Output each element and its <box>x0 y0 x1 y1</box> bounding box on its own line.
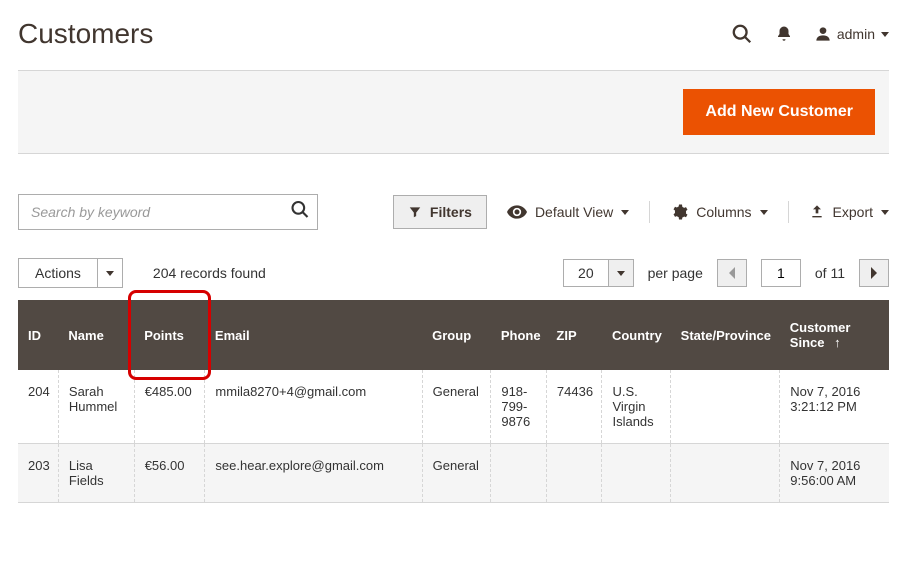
cell-email: see.hear.explore@gmail.com <box>205 444 422 503</box>
bulk-actions-label: Actions <box>19 259 97 287</box>
chevron-down-icon <box>881 32 889 37</box>
cell-phone: 918-799-9876 <box>491 370 547 444</box>
cell-points: €56.00 <box>134 444 205 503</box>
cell-name: Lisa Fields <box>58 444 134 503</box>
search-wrap <box>18 194 318 230</box>
chevron-down-icon <box>881 210 889 215</box>
default-view-label: Default View <box>535 204 613 220</box>
chevron-down-icon <box>760 210 768 215</box>
default-view-control[interactable]: Default View <box>507 204 629 220</box>
user-menu[interactable]: admin <box>815 25 889 43</box>
col-header-email[interactable]: Email <box>205 300 422 370</box>
page-size-dropdown[interactable] <box>608 260 633 286</box>
chevron-left-icon <box>728 267 736 279</box>
col-header-points[interactable]: Points <box>134 300 205 370</box>
notifications-icon[interactable] <box>775 24 793 44</box>
chevron-right-icon <box>870 267 878 279</box>
search-icon[interactable] <box>731 23 753 45</box>
col-header-phone[interactable]: Phone <box>491 300 547 370</box>
cell-zip: 74436 <box>546 370 602 444</box>
cell-id: 203 <box>18 444 58 503</box>
export-icon <box>809 204 825 220</box>
cell-since: Nov 7, 2016 3:21:12 PM <box>780 370 889 444</box>
per-page-label: per page <box>648 265 703 281</box>
records-found: 204 records found <box>153 265 266 281</box>
prev-page-button[interactable] <box>717 259 747 287</box>
columns-control[interactable]: Columns <box>670 203 767 221</box>
eye-icon <box>507 205 527 219</box>
sort-asc-icon: ↑ <box>834 335 841 350</box>
page-input[interactable] <box>761 259 801 287</box>
cell-state <box>671 370 780 444</box>
col-header-since-label: Customer Since <box>790 320 851 350</box>
customers-table: ID Name Points Email Group Phone ZIP Cou… <box>18 300 889 503</box>
divider <box>649 201 650 223</box>
col-header-id[interactable]: ID <box>18 300 58 370</box>
page-total-label: of 11 <box>815 265 845 281</box>
cell-state <box>671 444 780 503</box>
search-input[interactable] <box>18 194 318 230</box>
col-header-country[interactable]: Country <box>602 300 671 370</box>
cell-country: U.S. Virgin Islands <box>602 370 671 444</box>
col-header-customer-since[interactable]: Customer Since ↑ <box>780 300 889 370</box>
table-row[interactable]: 204Sarah Hummel€485.00mmila8270+4@gmail.… <box>18 370 889 444</box>
funnel-icon <box>408 205 422 219</box>
export-control[interactable]: Export <box>809 204 889 220</box>
chevron-down-icon <box>617 271 625 276</box>
columns-label: Columns <box>696 204 751 220</box>
page-size-value: 20 <box>564 260 608 286</box>
col-header-state[interactable]: State/Province <box>671 300 780 370</box>
page-title: Customers <box>18 18 153 50</box>
divider <box>788 201 789 223</box>
cell-name: Sarah Hummel <box>58 370 134 444</box>
table-row[interactable]: 203Lisa Fields€56.00see.hear.explore@gma… <box>18 444 889 503</box>
chevron-down-icon <box>621 210 629 215</box>
cell-since: Nov 7, 2016 9:56:00 AM <box>780 444 889 503</box>
filters-label: Filters <box>430 204 472 220</box>
chevron-down-icon <box>106 271 114 276</box>
col-header-group[interactable]: Group <box>422 300 491 370</box>
search-submit-icon[interactable] <box>290 200 310 225</box>
page-size-select[interactable]: 20 <box>563 259 634 287</box>
next-page-button[interactable] <box>859 259 889 287</box>
cell-email: mmila8270+4@gmail.com <box>205 370 422 444</box>
cell-zip <box>546 444 602 503</box>
cell-points: €485.00 <box>134 370 205 444</box>
cell-group: General <box>422 370 491 444</box>
filters-button[interactable]: Filters <box>393 195 487 229</box>
bulk-actions-select[interactable]: Actions <box>18 258 123 288</box>
cell-phone <box>491 444 547 503</box>
user-icon <box>815 25 831 43</box>
col-header-zip[interactable]: ZIP <box>546 300 602 370</box>
gear-icon <box>670 203 688 221</box>
bulk-actions-dropdown[interactable] <box>97 259 122 287</box>
col-header-name[interactable]: Name <box>58 300 134 370</box>
cell-id: 204 <box>18 370 58 444</box>
cell-group: General <box>422 444 491 503</box>
add-new-customer-button[interactable]: Add New Customer <box>683 89 875 135</box>
cell-country <box>602 444 671 503</box>
export-label: Export <box>833 204 873 220</box>
user-label: admin <box>837 26 875 42</box>
